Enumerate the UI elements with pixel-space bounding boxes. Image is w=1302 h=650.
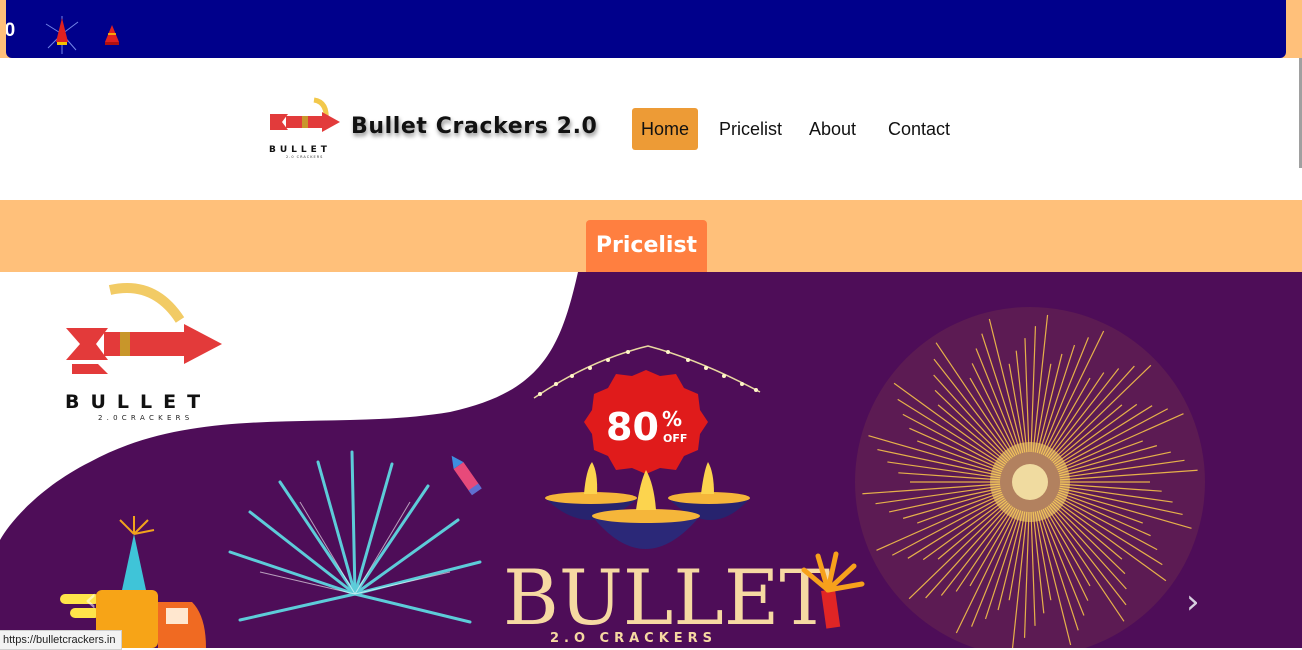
- announcement-marquee: 00: [6, 0, 1286, 58]
- svg-text:BULLET: BULLET: [65, 391, 211, 413]
- brand-logo[interactable]: BULLET 2.0 CRACKERS: [266, 96, 344, 163]
- sky-rocket: [451, 455, 482, 496]
- delivery-truck-icon: [60, 516, 206, 648]
- status-bar-url: https://bulletcrackers.in: [0, 630, 122, 650]
- discount-badge: 80 % OFF: [584, 370, 708, 474]
- hero-artwork: BULLET 2 . 0 C R A C K E R S 80 % OFF BU…: [0, 272, 1205, 648]
- diya-lamps: [545, 462, 750, 549]
- nav-pricelist[interactable]: Pricelist: [710, 108, 791, 150]
- marquee-text: 00: [6, 20, 16, 41]
- brand-name[interactable]: Bullet Crackers 2.0: [351, 114, 597, 139]
- cyan-firework: [228, 450, 482, 624]
- svg-text:2.0 CRACKERS: 2.0 CRACKERS: [286, 155, 323, 158]
- page-title: Pricelist: [586, 220, 707, 272]
- svg-text:BULLET: BULLET: [269, 145, 331, 155]
- nav-contact[interactable]: Contact: [879, 108, 959, 150]
- svg-text:BULLET: BULLET: [503, 553, 830, 642]
- nav-about[interactable]: About: [800, 108, 865, 150]
- nav-home[interactable]: Home: [632, 108, 699, 150]
- hero-banner: BULLET 2 . 0 C R A C K E R S 80 % OFF BU…: [0, 272, 1302, 648]
- svg-text:2 . 0 C R A C K E R S: 2 . 0 C R A C K E R S: [98, 414, 190, 422]
- svg-text:%: %: [662, 407, 682, 431]
- carousel-prev-button[interactable]: ‹: [84, 580, 98, 620]
- carousel-next-button[interactable]: ›: [1186, 582, 1200, 622]
- svg-text:2.O CRACKERS: 2.O CRACKERS: [550, 631, 717, 646]
- firework-rocket-icon: [44, 14, 80, 58]
- svg-text:OFF: OFF: [663, 432, 687, 445]
- svg-text:80: 80: [606, 405, 659, 449]
- gold-firework: [855, 307, 1205, 648]
- cone-cracker-icon: [102, 24, 122, 51]
